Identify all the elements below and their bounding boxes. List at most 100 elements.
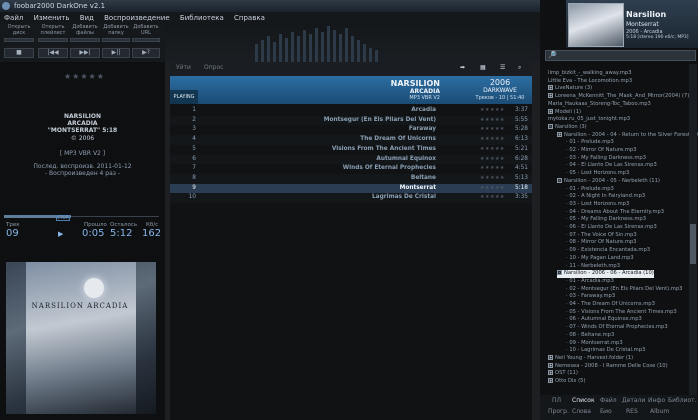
library-tree-item[interactable]: · 09 - Existencia Encantada.mp3 <box>566 247 650 255</box>
library-tree-item[interactable]: Little Eva - The Locomotion.mp3 <box>548 78 632 86</box>
library-tree-item[interactable]: - Narsilion - 2006 - 06 - Arcadia (10) <box>557 270 654 278</box>
tab-list[interactable]: Список <box>572 397 595 404</box>
track-rating-stars[interactable]: ★★★★★ <box>480 184 505 194</box>
expand-toggle-icon[interactable]: + <box>548 370 553 376</box>
track-rating-stars[interactable]: ★★★★★ <box>480 135 505 145</box>
menu-file[interactable]: Файл <box>4 14 23 22</box>
expand-toggle-icon[interactable]: + <box>548 378 553 383</box>
library-tree-item[interactable]: · 09 - Montserrat.mp3 <box>566 340 623 348</box>
library-tree-item[interactable]: · 04 - The Dream Of Unicorns.mp3 <box>566 301 655 309</box>
menu-edit[interactable]: Изменить <box>34 14 70 22</box>
library-tree-item[interactable]: + Narsilion - 2004 - 04 - Return to the S… <box>557 131 698 140</box>
add-files-button[interactable]: Добавить файлы <box>70 24 100 42</box>
rating-stars[interactable]: ★★★★★ <box>64 72 105 81</box>
expand-toggle-icon[interactable]: + <box>548 108 553 114</box>
library-tree-item[interactable]: · 05 - My Falling Darkness.mp3 <box>566 216 646 224</box>
expand-toggle-icon[interactable]: + <box>548 85 553 91</box>
library-tree-item[interactable]: · 08 - Beltane.mp3 <box>566 332 614 340</box>
expand-toggle-icon[interactable]: + <box>548 362 553 368</box>
expand-toggle-icon[interactable]: - <box>548 123 553 129</box>
library-tree-item[interactable]: · 03 - Faraway.mp3 <box>566 293 615 301</box>
library-tree-item[interactable]: · 01 - Prelude.mp3 <box>566 139 614 147</box>
tab-info[interactable]: Инфо <box>648 397 665 404</box>
library-tree-item[interactable]: - Narsilion - 2004 - 05 - Nerbeleth (11) <box>557 177 660 186</box>
library-tree-item[interactable]: - Narsilion (3) <box>548 123 587 132</box>
library-tree-item[interactable]: · 02 - A Night In Fairyland.mp3 <box>566 193 645 201</box>
track-rating-stars[interactable]: ★★★★★ <box>480 193 505 203</box>
tab-pl[interactable]: ПЛ <box>552 397 561 404</box>
tab-file[interactable]: Файл <box>600 397 617 404</box>
track-row[interactable]: 5 Visions From The Ancient Times ★★★★★ 5:21 <box>170 145 532 155</box>
stop-button[interactable]: ■ <box>4 48 34 58</box>
library-tree-item[interactable]: · 01 - Prelude.mp3 <box>566 186 614 194</box>
library-tree-item[interactable]: + Nemesea - 2008 - I Ramme Delle Cose (10… <box>548 362 668 371</box>
track-row[interactable]: 1 Arcadia ★★★★★ 3:37 <box>170 106 532 116</box>
add-url-button[interactable]: Добавить URL <box>132 24 160 42</box>
track-row[interactable]: 3 Faraway ★★★★★ 5:28 <box>170 125 532 135</box>
expand-toggle-icon[interactable]: - <box>557 270 562 276</box>
scroll-thumb[interactable] <box>690 224 696 264</box>
track-row[interactable]: 7 Winds Of Eternal Prophecies ★★★★★ 4:51 <box>170 164 532 174</box>
track-rating-stars[interactable]: ★★★★★ <box>480 164 505 174</box>
expand-toggle-icon[interactable]: + <box>557 131 562 137</box>
menu-library[interactable]: Библиотека <box>180 14 224 22</box>
tab-playlist-2[interactable]: Опрос <box>204 64 223 71</box>
library-tree-item[interactable]: · 04 - El Llanto De Las Sirenas.mp3 <box>566 162 657 170</box>
tab-bio[interactable]: Био <box>600 408 612 415</box>
library-tree-item[interactable]: · 01 - Arcadia.mp3 <box>566 278 614 286</box>
library-tree-item[interactable]: · 08 - Mirror Of Nature.mp3 <box>566 239 636 247</box>
track-row[interactable]: 9 Montserrat ★★★★★ 5:18 <box>170 183 532 194</box>
random-button[interactable]: ▶? <box>132 48 160 58</box>
menu-help[interactable]: Справка <box>234 14 265 22</box>
library-tree-item[interactable]: + OST (11) <box>548 370 578 378</box>
library-tree-item[interactable]: + Modeli (1) <box>548 108 581 117</box>
expand-toggle-icon[interactable]: + <box>548 93 553 99</box>
menu-playback[interactable]: Воспроизведение <box>104 14 170 22</box>
next-button[interactable]: ▶▶| <box>70 48 100 58</box>
library-tree-item[interactable]: Maria_Haukaas_Storeng-Toc_Taboo.mp3 <box>548 101 651 109</box>
library-tree-item[interactable]: + Neil Young - Harvest.folder (1) <box>548 354 633 363</box>
track-row[interactable]: 10 Lagrimas De Cristal ★★★★★ 3:35 <box>170 193 532 203</box>
tab-lyrics[interactable]: Слова <box>572 408 591 415</box>
track-rating-stars[interactable]: ★★★★★ <box>480 125 505 135</box>
track-rating-stars[interactable]: ★★★★★ <box>480 174 505 184</box>
add-folder-button[interactable]: Добавить папку <box>102 24 130 42</box>
menu-view[interactable]: Вид <box>80 14 94 22</box>
tab-playlist-1[interactable]: Уйти <box>176 64 191 71</box>
tab-library[interactable]: Библиот. <box>668 397 697 404</box>
track-rating-stars[interactable]: ★★★★★ <box>480 155 505 165</box>
tab-progress[interactable]: Прогр. <box>548 408 569 415</box>
library-tree-item[interactable]: · 06 - Autumnal Equinox.mp3 <box>566 316 642 324</box>
library-tree-item[interactable]: · 03 - Lost Horizons.mp3 <box>566 201 629 209</box>
library-tree-item[interactable]: · 04 - Dreams About The Eternity.mp3 <box>566 209 664 217</box>
library-tree-item[interactable]: · 05 - Lost Horizons.mp3 <box>566 170 629 178</box>
track-row[interactable]: 2 Montsegur (En Els Pilars Del Vent) ★★★★★… <box>170 115 532 126</box>
track-rating-stars[interactable]: ★★★★★ <box>480 106 505 116</box>
tab-res[interactable]: RES <box>626 408 638 415</box>
track-rating-stars[interactable]: ★★★★★ <box>480 116 505 126</box>
library-tree-item[interactable]: + Loreena_McKennitt_The_Mask_And_Mirror(2… <box>548 93 689 101</box>
expand-toggle-icon[interactable]: + <box>548 354 553 360</box>
open-disc-button[interactable]: Открыть диск <box>4 24 34 42</box>
pause-button[interactable]: ▶|| <box>102 48 130 58</box>
track-row[interactable]: 6 Autumnal Equinox ★★★★★ 6:28 <box>170 154 532 165</box>
prev-button[interactable]: |◀◀ <box>38 48 68 58</box>
arrow-icon[interactable]: ➡ <box>460 64 465 71</box>
library-tree-item[interactable]: · 07 - Winds Of Eternal Prophecies.mp3 <box>566 324 668 332</box>
library-tree-item[interactable]: + Otto Dix (5) <box>548 378 585 386</box>
expand-toggle-icon[interactable]: - <box>557 177 562 183</box>
library-scrollbar[interactable] <box>689 64 697 395</box>
library-tree-item[interactable]: · 03 - My Falling Darkness.mp3 <box>566 155 646 163</box>
tab-album[interactable]: Album <box>650 408 669 415</box>
library-tree-item[interactable]: limp_bizkit_-_walking_away.mp3 <box>548 70 632 78</box>
library-tree-item[interactable]: · 05 - Visions From The Ancient Times.mp… <box>566 309 677 317</box>
library-tree-item[interactable]: · 02 - Mirror Of Nature.mp3 <box>566 147 636 155</box>
open-playlist-button[interactable]: Открыть плейлист <box>38 24 68 42</box>
grid-icon[interactable]: ▦ <box>480 64 486 71</box>
library-tree-item[interactable]: · 02 - Montsegur (En Els Pilars Del Vent… <box>566 286 682 294</box>
library-tree-item[interactable]: · 06 - El Llanto De Las Sirenas.mp3 <box>566 224 657 232</box>
tab-details[interactable]: Детали <box>622 397 645 404</box>
search-icon[interactable]: ⌕ <box>518 64 521 72</box>
library-tree-item[interactable]: · 10 - Lagrimas De Cristal.mp3 <box>566 347 645 355</box>
track-row[interactable]: 8 Beltane ★★★★★ 5:13 <box>170 173 532 184</box>
